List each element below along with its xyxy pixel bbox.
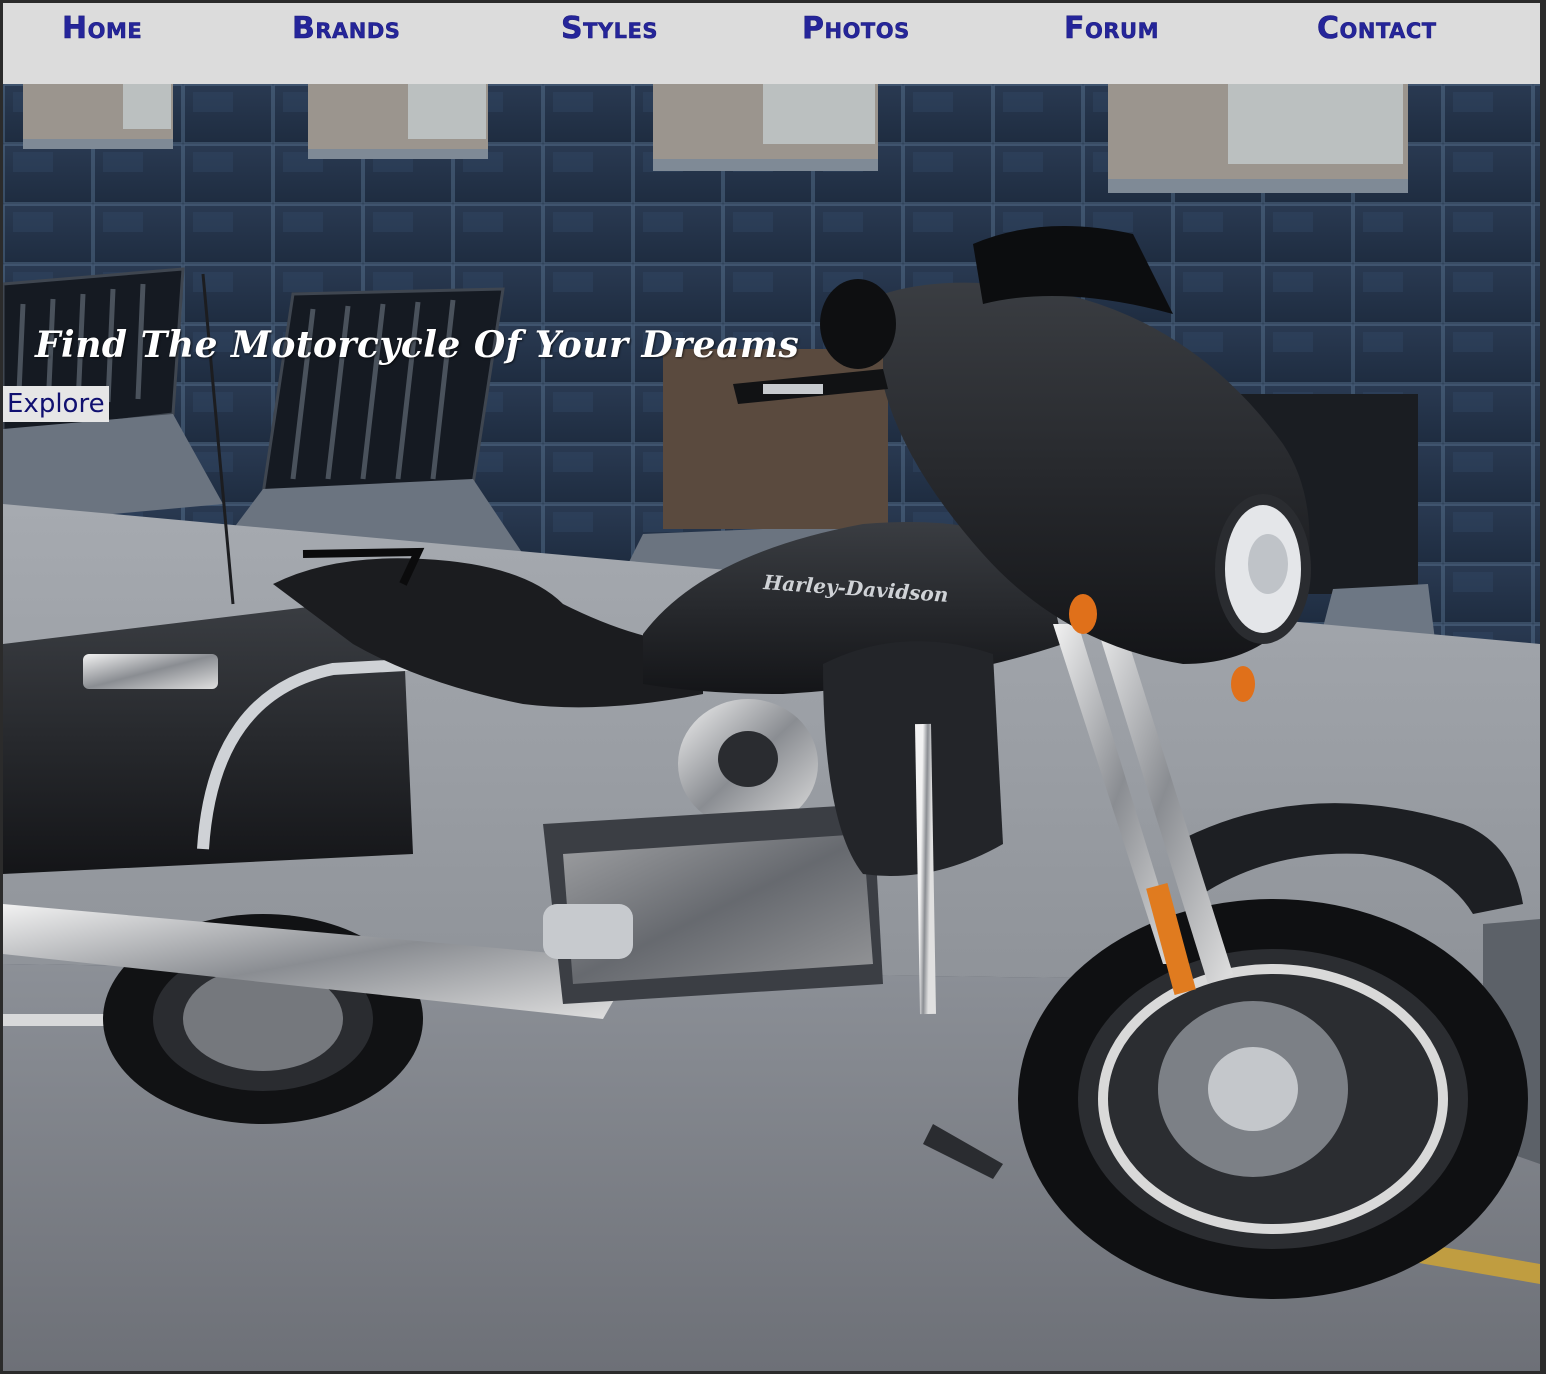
nav-photos-link[interactable]: Photos <box>802 11 910 47</box>
page-frame: Home Brands Styles Photos Forum Contact <box>3 3 1540 1371</box>
top-nav: Home Brands Styles Photos Forum Contact <box>3 3 1540 84</box>
nav-forum-link[interactable]: Forum <box>1064 11 1159 47</box>
nav-home-link[interactable]: Home <box>62 11 142 47</box>
hero-motorcycle-image: Harley-Davidson <box>3 84 1540 1371</box>
hero-section: Harley-Davidson Find The Motorcycle Of Y… <box>3 84 1540 1371</box>
hero-title: Find The Motorcycle Of Your Dreams <box>35 324 800 366</box>
explore-button[interactable]: Explore <box>3 386 109 422</box>
nav-brands-link[interactable]: Brands <box>292 11 400 47</box>
nav-contact-link[interactable]: Contact <box>1317 11 1437 47</box>
nav-styles-link[interactable]: Styles <box>561 11 658 47</box>
